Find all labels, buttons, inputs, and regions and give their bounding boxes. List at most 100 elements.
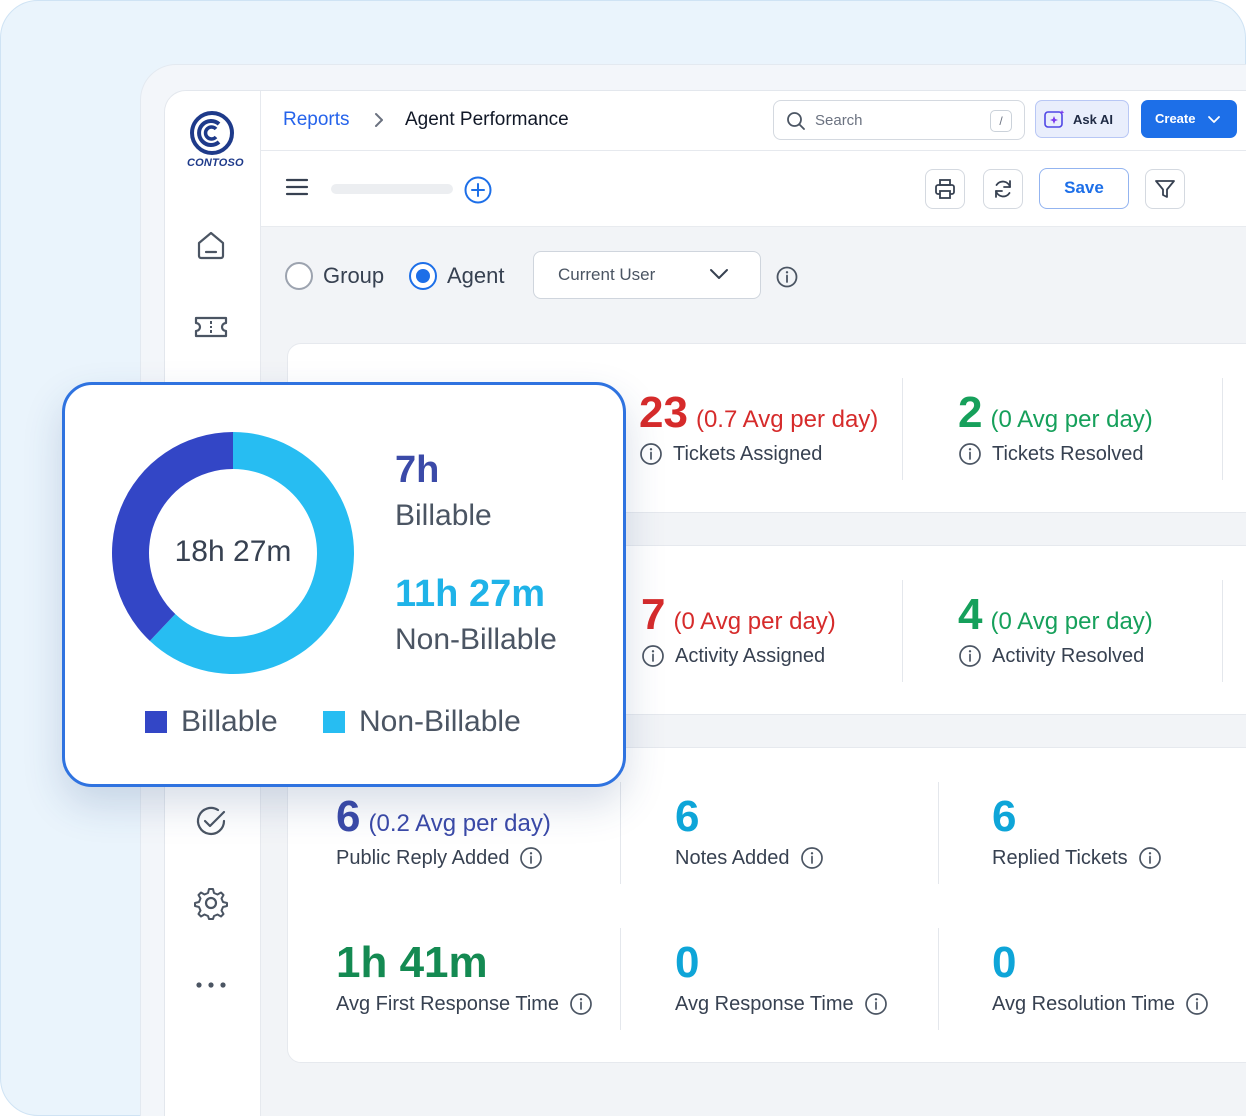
- billable-label: Billable: [395, 499, 492, 532]
- activity-assigned-value: 7: [641, 590, 666, 639]
- refresh-button[interactable]: [983, 169, 1023, 209]
- activity-assigned-label: Activity Assigned: [675, 644, 826, 667]
- replied-tickets-value: 6: [992, 792, 1017, 841]
- time-breakdown-card: 18h 27m 7h Billable 11h 27m Non-Billable…: [62, 382, 626, 787]
- printer-icon: [935, 179, 955, 199]
- activity-resolved-metric: 4 (0 Avg per day) Activity Resolved: [958, 590, 1153, 668]
- avg-response-value: 0: [675, 938, 700, 987]
- tickets-resolved-value: 2: [958, 388, 983, 437]
- create-button[interactable]: Create: [1141, 100, 1237, 138]
- info-icon[interactable]: [1185, 992, 1209, 1016]
- agent-radio[interactable]: [409, 262, 437, 290]
- tickets-resolved-label: Tickets Resolved: [992, 442, 1144, 465]
- divider: [902, 580, 903, 682]
- donut-total-label: 18h 27m: [174, 535, 292, 568]
- avg-response-metric: 0 Avg Response Time: [675, 938, 888, 1016]
- search-shortcut-key: /: [990, 110, 1012, 132]
- legend-non-billable-label: Non-Billable: [359, 705, 521, 738]
- group-radio[interactable]: [285, 262, 313, 290]
- response-panel: 6 (0.2 Avg per day) Public Reply Added 6 …: [287, 747, 1246, 1063]
- logo-text: CONTOSO: [187, 157, 244, 169]
- info-icon[interactable]: [864, 992, 888, 1016]
- legend-non-billable: Non-Billable: [323, 705, 521, 739]
- tickets-assigned-avg: (0.7 Avg per day): [695, 406, 879, 433]
- page-title: Agent Performance: [405, 109, 569, 130]
- group-radio-label[interactable]: Group: [323, 263, 384, 289]
- refresh-icon: [995, 180, 1011, 198]
- task-check-icon[interactable]: [193, 803, 229, 839]
- info-icon[interactable]: [639, 442, 663, 466]
- divider: [1222, 378, 1223, 480]
- breadcrumb-chevron-icon: [371, 110, 387, 135]
- public-reply-avg: (0.2 Avg per day): [368, 810, 551, 837]
- chevron-down-icon: [708, 267, 730, 286]
- public-reply-label: Public Reply Added: [336, 846, 510, 869]
- home-icon[interactable]: [193, 227, 229, 263]
- legend-swatch-non-billable: [323, 711, 345, 733]
- avg-first-response-value: 1h 41m: [336, 938, 488, 987]
- chevron-down-icon: [1207, 113, 1221, 131]
- tickets-assigned-value: 23: [639, 388, 688, 437]
- breadcrumb-reports-link[interactable]: Reports: [283, 109, 350, 131]
- non-billable-label: Non-Billable: [395, 623, 557, 656]
- create-label: Create: [1155, 111, 1196, 126]
- info-icon[interactable]: [641, 644, 665, 668]
- activity-resolved-label: Activity Resolved: [992, 644, 1145, 667]
- report-name-placeholder-bar[interactable]: [331, 184, 453, 194]
- print-button[interactable]: [925, 169, 965, 209]
- user-select-value: Current User: [558, 265, 656, 284]
- agent-radio-label[interactable]: Agent: [447, 263, 505, 289]
- legend-billable-label: Billable: [181, 705, 278, 738]
- avg-resolution-value: 0: [992, 938, 1017, 987]
- ask-ai-label: Ask AI: [1073, 112, 1113, 127]
- divider: [620, 928, 621, 1030]
- divider: [902, 378, 903, 480]
- public-reply-metric: 6 (0.2 Avg per day) Public Reply Added: [336, 792, 551, 870]
- info-icon[interactable]: [1138, 846, 1162, 870]
- ticket-icon[interactable]: [193, 309, 229, 345]
- avg-resolution-label: Avg Resolution Time: [992, 992, 1176, 1015]
- info-icon[interactable]: [958, 644, 982, 668]
- hamburger-menu-icon[interactable]: [285, 177, 309, 202]
- add-plus-icon[interactable]: [463, 175, 493, 210]
- notes-added-label: Notes Added: [675, 846, 790, 869]
- avg-response-label: Avg Response Time: [675, 992, 854, 1015]
- notes-added-metric: 6 Notes Added: [675, 792, 824, 870]
- billable-value: 7h: [395, 449, 440, 491]
- activity-resolved-avg: (0 Avg per day): [990, 608, 1153, 635]
- save-button[interactable]: Save: [1039, 168, 1129, 209]
- more-dots-icon[interactable]: [193, 967, 229, 1003]
- replied-tickets-metric: 6 Replied Tickets: [992, 792, 1162, 870]
- search-placeholder: Search: [815, 112, 863, 129]
- tickets-assigned-metric: 23 (0.7 Avg per day) Tickets Assigned: [639, 388, 878, 466]
- contoso-logo[interactable]: CONTOSO: [187, 109, 244, 173]
- non-billable-value: 11h 27m: [395, 573, 545, 615]
- settings-gear-icon[interactable]: [193, 885, 229, 921]
- top-bar: Reports Agent Performance Search / Ask A…: [261, 91, 1246, 151]
- info-icon[interactable]: [775, 265, 799, 294]
- activity-assigned-metric: 7 (0 Avg per day) Activity Assigned: [641, 590, 836, 668]
- user-select[interactable]: Current User: [533, 251, 761, 299]
- report-toolbar: Save: [261, 151, 1246, 227]
- avg-first-response-label: Avg First Response Time: [336, 992, 560, 1015]
- filter-row: Group Agent Current User: [261, 227, 1246, 327]
- tickets-resolved-metric: 2 (0 Avg per day) Tickets Resolved: [958, 388, 1153, 466]
- search-input[interactable]: Search /: [773, 100, 1025, 140]
- info-icon[interactable]: [800, 846, 824, 870]
- avg-first-response-metric: 1h 41m Avg First Response Time: [336, 938, 593, 1016]
- legend-billable: Billable: [145, 705, 278, 739]
- info-icon[interactable]: [569, 992, 593, 1016]
- replied-tickets-label: Replied Tickets: [992, 846, 1128, 869]
- divider: [938, 782, 939, 884]
- info-icon[interactable]: [519, 846, 543, 870]
- filter-button[interactable]: [1145, 169, 1185, 209]
- info-icon[interactable]: [958, 442, 982, 466]
- activity-assigned-avg: (0 Avg per day): [673, 608, 836, 635]
- ask-ai-button[interactable]: Ask AI: [1035, 100, 1129, 138]
- notes-added-value: 6: [675, 792, 700, 841]
- filter-funnel-icon: [1155, 180, 1175, 198]
- tickets-assigned-label: Tickets Assigned: [673, 442, 823, 465]
- divider: [620, 782, 621, 884]
- divider: [1222, 580, 1223, 682]
- search-icon: [786, 111, 806, 136]
